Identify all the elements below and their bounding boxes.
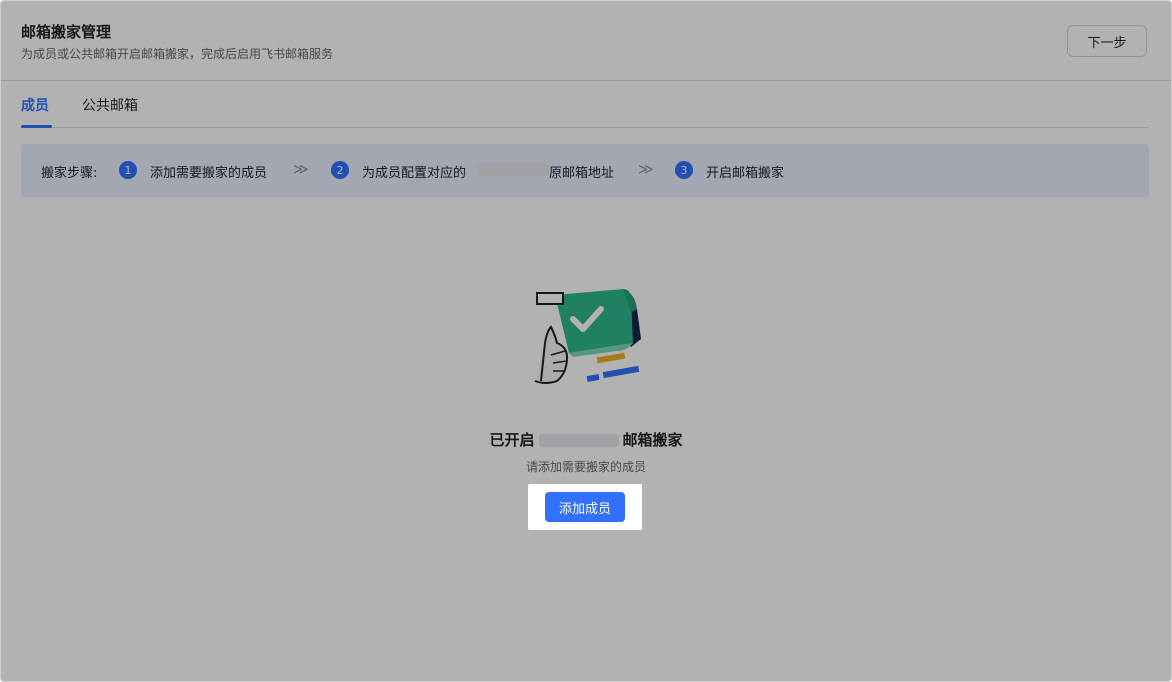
step-3-number: 3 xyxy=(675,161,693,179)
active-tab-indicator xyxy=(21,125,52,128)
tab-public-mailbox[interactable]: 公共邮箱 xyxy=(82,95,138,115)
redacted-provider-name xyxy=(538,434,619,447)
page-title: 邮箱搬家管理 xyxy=(21,23,112,41)
step-1-text: 添加需要搬家的成员 xyxy=(150,166,268,181)
step-1-number: 1 xyxy=(119,161,137,179)
migration-steps-bar: 搬家步骤: 1 添加需要搬家的成员 ≫ 2 为成员配置对应的 原邮箱地址 ≫ 3… xyxy=(21,144,1149,197)
tab-members[interactable]: 成员 xyxy=(21,95,49,115)
add-member-button[interactable]: 添加成员 xyxy=(545,492,625,522)
empty-state-title-prefix: 已开启 xyxy=(489,431,535,449)
step-separator-icon: ≫ xyxy=(638,160,654,178)
step-2-text-before: 为成员配置对应的 xyxy=(362,166,467,181)
step-3-text: 开启邮箱搬家 xyxy=(706,166,785,181)
step-2-text-after: 原邮箱地址 xyxy=(549,166,615,181)
migration-complete-illustration xyxy=(534,289,641,384)
step-2-number: 2 xyxy=(331,161,349,179)
step-separator-icon: ≫ xyxy=(293,160,309,178)
redacted-provider-name xyxy=(477,163,549,176)
empty-state-title-suffix: 邮箱搬家 xyxy=(622,431,683,449)
empty-state-subtitle: 请添加需要搬家的成员 xyxy=(525,460,646,474)
mail-migration-page: 邮箱搬家管理 为成员或公共邮箱开启邮箱搬家，完成后启用飞书邮箱服务 下一步 成员… xyxy=(0,0,1172,682)
steps-label: 搬家步骤: xyxy=(41,166,98,181)
next-step-button[interactable]: 下一步 xyxy=(1067,25,1147,57)
empty-state-title: 已开启 邮箱搬家 xyxy=(1,429,1171,450)
page-header: 邮箱搬家管理 为成员或公共邮箱开启邮箱搬家，完成后启用飞书邮箱服务 下一步 xyxy=(1,1,1171,81)
page-subtitle: 为成员或公共邮箱开启邮箱搬家，完成后启用飞书邮箱服务 xyxy=(21,47,334,61)
tab-bar: 成员 公共邮箱 xyxy=(21,81,1149,128)
